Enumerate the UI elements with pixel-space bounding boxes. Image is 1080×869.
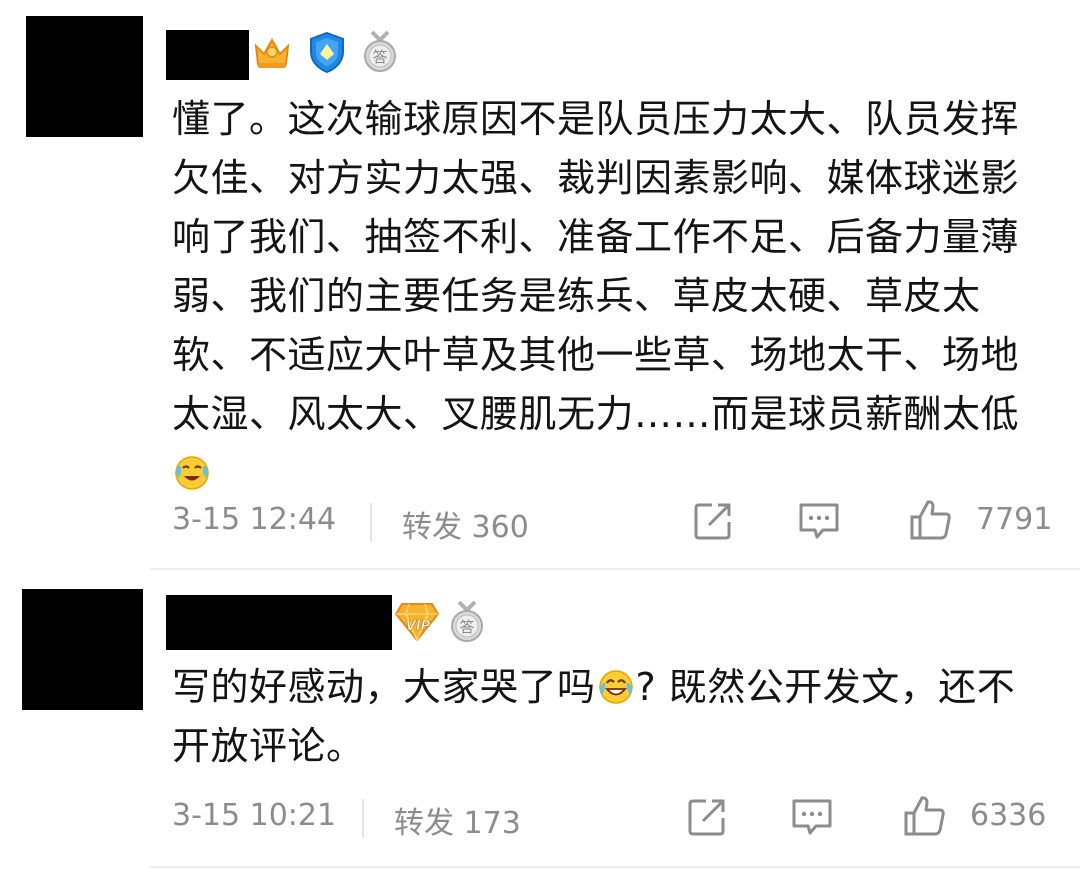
comment-text: 写的好感动，大家哭了吗 ? 既然公开发文，还不开放评论。 bbox=[172, 658, 1052, 776]
comment-date: 3-15 12:44 bbox=[172, 502, 337, 537]
svg-text:答: 答 bbox=[372, 48, 387, 66]
svg-text:VIP: VIP bbox=[406, 619, 431, 634]
like-count: 7791 bbox=[976, 502, 1053, 537]
username-redacted[interactable] bbox=[166, 30, 249, 80]
comment-date: 3-15 10:21 bbox=[172, 798, 337, 833]
username-redacted[interactable] bbox=[166, 595, 392, 650]
avatar-redacted[interactable] bbox=[26, 16, 143, 137]
like-count: 6336 bbox=[970, 798, 1047, 833]
vip-gold-diamond-icon[interactable]: VIP bbox=[394, 598, 440, 644]
share-icon[interactable] bbox=[692, 500, 734, 542]
tears-of-joy-emoji bbox=[598, 670, 633, 704]
meta-separator bbox=[370, 503, 372, 541]
repost-count[interactable]: 转发 360 bbox=[402, 502, 529, 546]
comment-item: 答 懂了。这次输球原因不是队员压力太大、队员发挥欠佳、对方实力太强、裁判因素影响… bbox=[0, 0, 1080, 570]
comment-text-content: 懂了。这次输球原因不是队员压力太大、队员发挥欠佳、对方实力太强、裁判因素影响、媒… bbox=[172, 97, 1020, 436]
silver-answer-medal-icon[interactable]: 答 bbox=[360, 30, 400, 74]
vip-gold-crown-icon[interactable] bbox=[250, 32, 294, 72]
avatar-redacted[interactable] bbox=[22, 589, 143, 710]
meta-separator bbox=[362, 799, 364, 837]
thumbs-up-icon[interactable] bbox=[908, 497, 954, 543]
crying-laughing-emoji bbox=[175, 456, 209, 490]
blue-shield-badge-icon[interactable] bbox=[305, 30, 349, 74]
silver-answer-medal-icon[interactable]: 答 bbox=[447, 600, 487, 644]
comment-text-before: 写的好感动，大家哭了吗 bbox=[172, 665, 596, 709]
comment-text: 懂了。这次输球原因不是队员压力太大、队员发挥欠佳、对方实力太强、裁判因素影响、媒… bbox=[172, 90, 1052, 503]
thumbs-up-icon[interactable] bbox=[902, 793, 948, 839]
svg-text:答: 答 bbox=[459, 618, 474, 636]
comment-item: VIP 答 写的好感动，大家哭了吗 ? 既然公开发文，还不开放评论。 3-15 … bbox=[0, 570, 1080, 869]
share-icon[interactable] bbox=[686, 796, 728, 838]
comment-icon[interactable] bbox=[797, 500, 841, 542]
repost-count[interactable]: 转发 173 bbox=[394, 798, 521, 842]
comment-divider bbox=[150, 866, 1080, 868]
comment-icon[interactable] bbox=[790, 796, 834, 838]
